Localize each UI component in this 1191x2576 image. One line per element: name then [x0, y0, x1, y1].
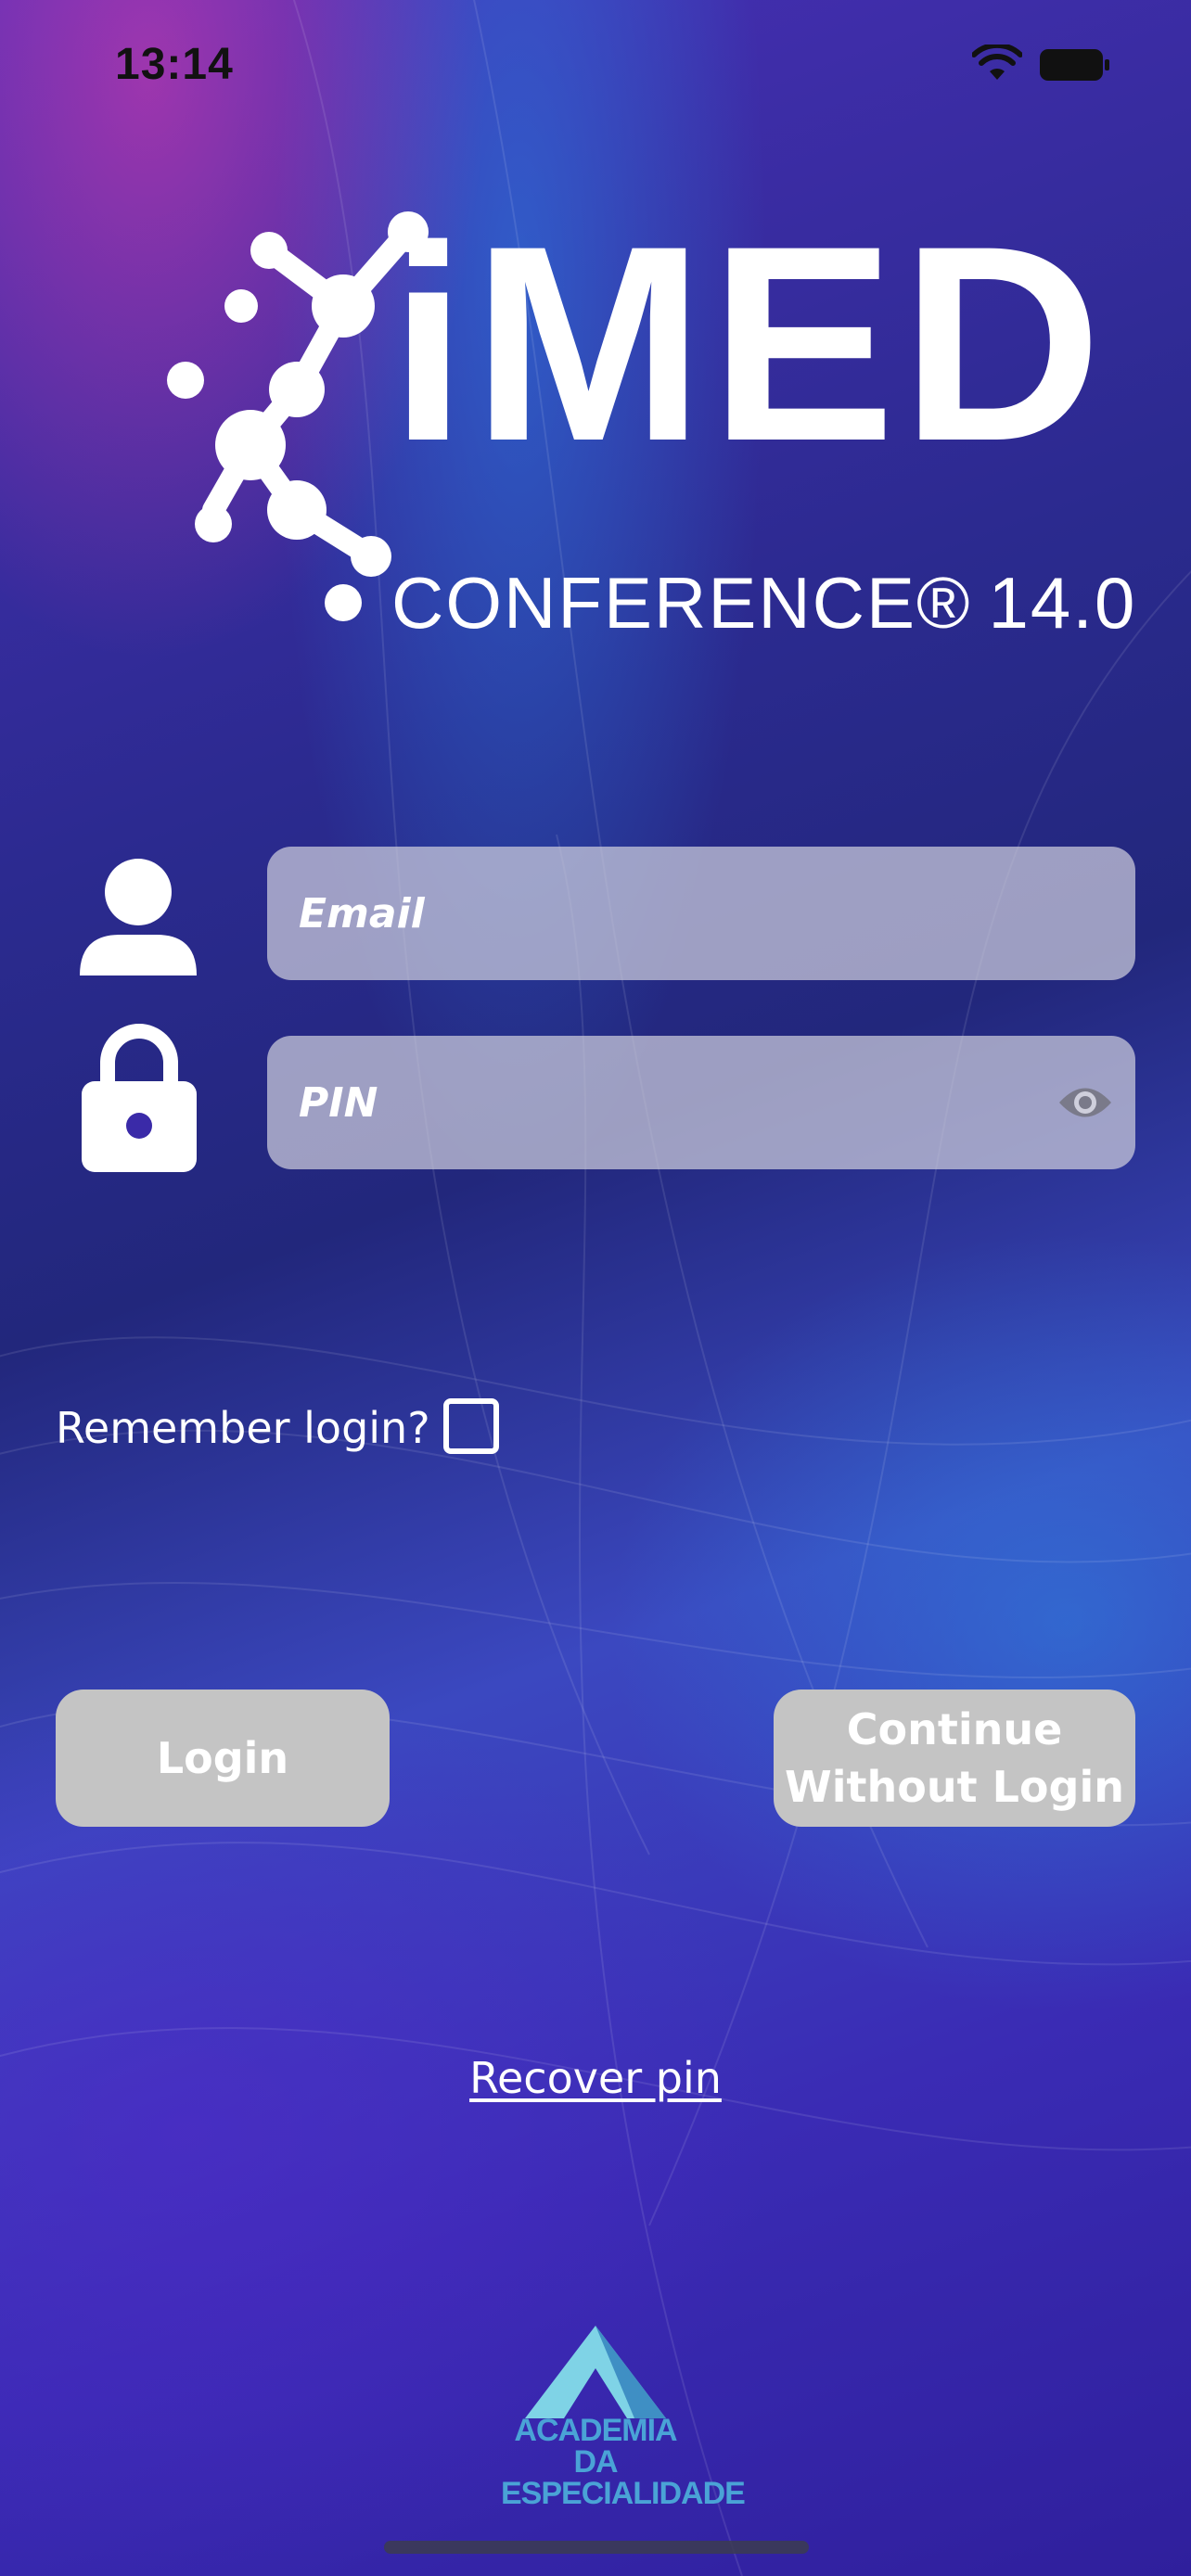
brand-edition: 14.0	[988, 562, 1137, 644]
email-field[interactable]	[267, 847, 1135, 980]
wifi-icon	[972, 45, 1022, 80]
home-indicator[interactable]	[384, 2541, 809, 2554]
email-input[interactable]	[297, 888, 1135, 938]
brand-subtitle-text: CONFERENCE®	[391, 562, 972, 644]
battery-icon	[1040, 49, 1109, 81]
brand-wordmark: iMED	[390, 187, 1108, 499]
brand-subtitle: CONFERENCE® 14.0	[391, 561, 1136, 645]
pin-field[interactable]	[267, 1036, 1135, 1169]
remember-login-label: Remember login?	[56, 1403, 430, 1453]
eye-icon[interactable]	[1057, 1078, 1113, 1128]
imed-logo: iMED CONFERENCE® 14.0	[158, 204, 1134, 644]
login-button[interactable]: Login	[56, 1690, 390, 1827]
pin-input[interactable]	[297, 1078, 1043, 1128]
remember-login-checkbox[interactable]	[443, 1398, 499, 1454]
academia-line2: ESPECIALIDADE	[501, 2476, 746, 2511]
academia-line1: ACADEMIA DA	[514, 2413, 677, 2480]
person-icon	[80, 859, 197, 976]
academia-wordmark: ACADEMIA DA ESPECIALIDADE	[501, 2413, 746, 2511]
continue-without-login-button[interactable]: Continue Without Login	[774, 1690, 1135, 1827]
recover-pin-link[interactable]: Recover pin	[0, 2053, 1191, 2103]
status-time: 13:14	[115, 40, 234, 89]
lock-icon	[82, 1024, 197, 1172]
